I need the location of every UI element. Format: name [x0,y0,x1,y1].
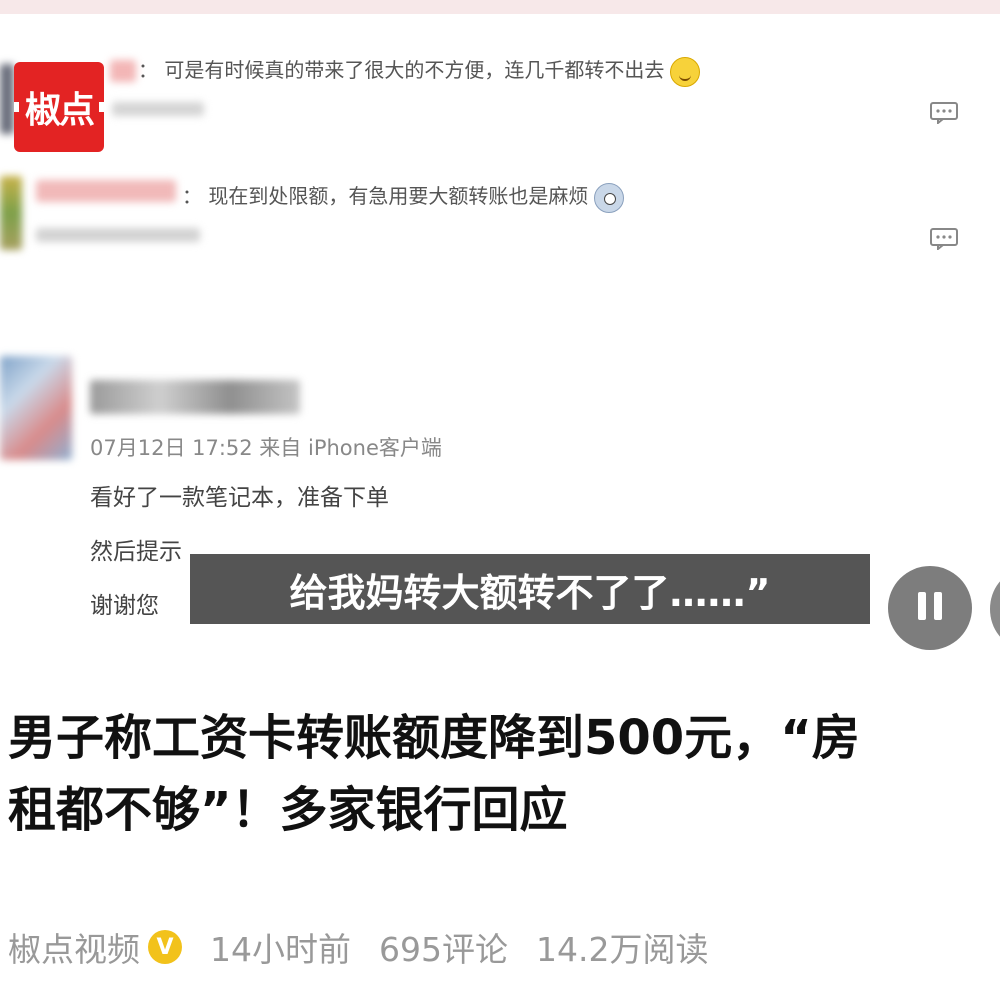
publish-time: 14小时前 [210,930,351,969]
username-blurred [36,180,176,202]
smile-emoji-icon [670,56,701,87]
comment-count[interactable]: 695评论 [379,923,508,971]
post-time-source: 07月12日 17:52 来自 iPhone客户端 [90,436,442,460]
avatar-blurred [0,176,22,250]
post-avatar-blurred [0,356,72,460]
pause-icon [914,592,946,624]
source-name[interactable]: 椒点视频 [8,923,140,971]
video-frame[interactable]: 椒点 ： 可是有时候真的带来了很大的不方便，连几千都转不出去 ： 现在到处限额，… [0,14,1000,690]
pause-button[interactable] [888,566,972,650]
article-title-line-1: 男子称工资卡转账额度降到500元，“房 [8,710,860,766]
verified-badge-icon: V [148,930,182,964]
video-subtitle: 给我妈转大额转不了了……” [190,554,870,624]
comment-2: ： 现在到处限额，有急用要大额转账也是麻烦 [182,180,625,213]
article-title[interactable]: 男子称工资卡转账额度降到500元，“房 租都不够”！多家银行回应 [8,702,998,846]
top-bar [0,0,1000,14]
avatar-blurred [0,64,14,134]
brand-logo: 椒点 [14,62,104,152]
post-line-1: 看好了一款笔记本，准备下单 [90,485,389,511]
username-blurred [110,60,136,82]
brand-logo-text: 椒点 [24,90,95,131]
post-line-3: 谢谢您 [90,593,159,619]
next-button[interactable] [990,572,1000,646]
meta-blurred [112,102,204,116]
post-username-blurred [90,380,300,414]
read-count: 14.2万阅读 [536,930,709,969]
comment-1: ： 可是有时候真的带来了很大的不方便，连几千都转不出去 [138,54,701,87]
post-line-2: 然后提示 [90,539,182,565]
comment-icon[interactable] [930,102,958,124]
comment-icon[interactable] [930,228,958,250]
article-meta: 椒点视频 V 14小时前 695评论 14.2万阅读 [8,922,708,972]
meta-blurred [36,228,200,242]
sweat-emoji-icon [594,182,625,213]
article-title-line-2: 租都不够”！多家银行回应 [8,782,568,838]
comment-2-text: ： 现在到处限额，有急用要大额转账也是麻烦 [182,184,589,208]
comment-1-text: ： 可是有时候真的带来了很大的不方便，连几千都转不出去 [138,58,665,82]
